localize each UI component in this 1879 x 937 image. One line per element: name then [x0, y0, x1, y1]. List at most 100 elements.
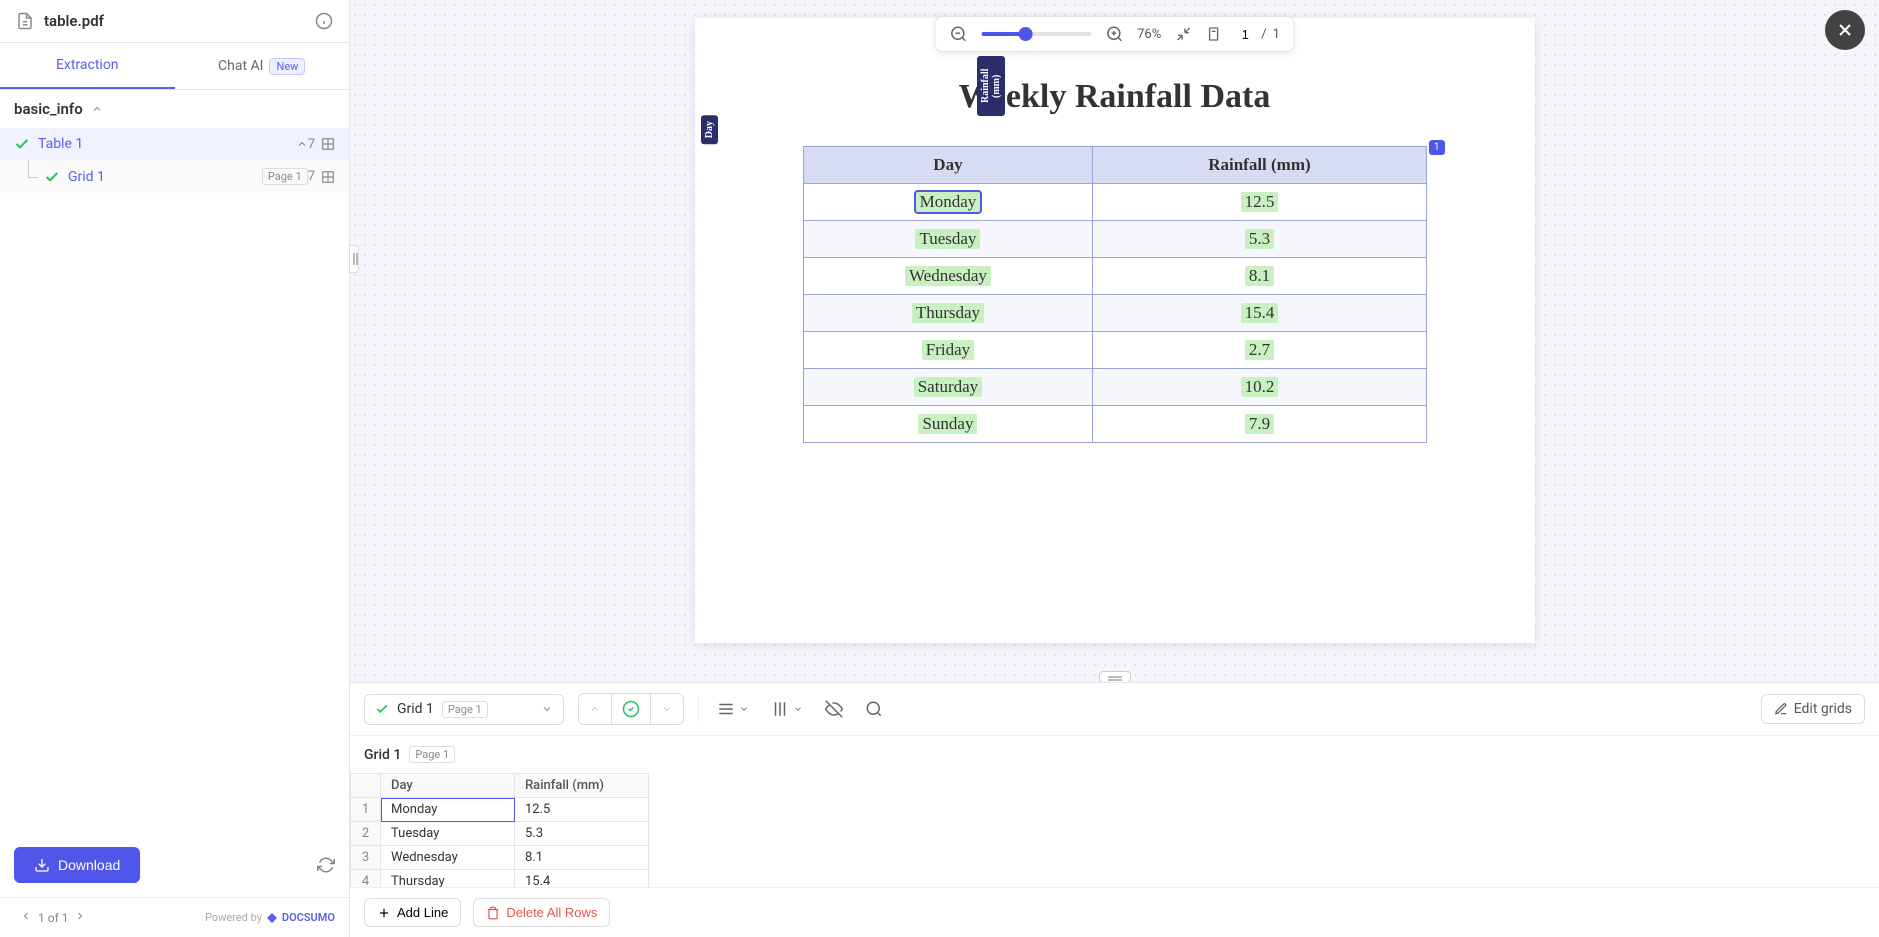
download-button[interactable]: Download — [14, 847, 140, 883]
visibility-toggle[interactable] — [821, 696, 847, 722]
pdf-cell[interactable]: Wednesday — [803, 258, 1093, 295]
pdf-cell[interactable]: 7.9 — [1093, 406, 1426, 443]
section-title-label: basic_info — [14, 100, 83, 118]
align-horizontal-button[interactable] — [713, 696, 753, 722]
table-row[interactable]: 4Thursday15.4 — [351, 870, 649, 888]
approve-check[interactable] — [612, 694, 651, 724]
th-day[interactable]: Day — [381, 774, 515, 798]
tree-item-grid-1[interactable]: Grid 1 Page 1 7 — [0, 160, 349, 193]
tab-chat-label: Chat AI — [218, 58, 263, 74]
chevron-up-icon — [91, 103, 103, 115]
table-row[interactable]: 2Tuesday5.3 — [351, 822, 649, 846]
align-vertical-button[interactable] — [767, 696, 807, 722]
check-icon — [14, 136, 30, 152]
tab-extraction-label: Extraction — [56, 57, 119, 73]
zoom-slider[interactable] — [981, 32, 1091, 36]
pencil-icon — [1774, 702, 1788, 716]
extracted-data-table: Day Rainfall (mm) 1Monday12.5 2Tuesday5.… — [350, 773, 649, 887]
tree-item-table-1[interactable]: Table 1 7 — [0, 128, 349, 160]
pdf-cell[interactable]: Monday — [803, 184, 1093, 221]
pdf-page: Weekly Rainfall Data Day Rainfall (mm) 1… — [695, 18, 1535, 643]
pdf-th-day[interactable]: Day — [803, 147, 1093, 184]
search-button[interactable] — [861, 696, 887, 722]
page-sep: / — [1261, 27, 1266, 42]
th-rainfall[interactable]: Rainfall (mm) — [515, 774, 649, 798]
document-icon — [16, 12, 34, 30]
grid-icon — [321, 137, 335, 151]
zoom-out-icon[interactable] — [949, 25, 967, 43]
table-row[interactable]: 3Wednesday8.1 — [351, 846, 649, 870]
edit-grids-label: Edit grids — [1794, 701, 1852, 717]
trash-icon — [486, 906, 500, 920]
column-tag-rainfall[interactable]: Rainfall (mm) — [977, 56, 1005, 116]
grid-icon — [321, 170, 335, 184]
tree-grid-label: Grid 1 — [68, 169, 256, 185]
tree-grid-count: 7 — [308, 169, 315, 184]
download-label: Download — [58, 857, 120, 873]
tree-table-count: 7 — [308, 137, 315, 152]
download-icon — [34, 857, 50, 873]
section-basic-info[interactable]: basic_info — [14, 100, 335, 118]
bottom-panel: Grid 1 Page 1 — [350, 682, 1879, 937]
edit-grids-button[interactable]: Edit grids — [1761, 694, 1865, 724]
pdf-cell[interactable]: Tuesday — [803, 221, 1093, 258]
add-line-label: Add Line — [397, 905, 448, 920]
zoom-in-icon[interactable] — [1105, 25, 1123, 43]
info-icon[interactable] — [315, 12, 333, 30]
pdf-th-rainfall[interactable]: Rainfall (mm) — [1093, 147, 1426, 184]
pdf-cell[interactable]: 15.4 — [1093, 295, 1426, 332]
main-area: 76% / 1 Weekly Rainfall Data Day Rainfal… — [350, 0, 1879, 937]
sidebar: table.pdf Extraction Chat AI New basic_i… — [0, 0, 350, 937]
pager-prev[interactable] — [14, 908, 38, 927]
delete-all-rows-button[interactable]: Delete All Rows — [473, 898, 610, 927]
pdf-cell[interactable]: Friday — [803, 332, 1093, 369]
page-total: 1 — [1273, 27, 1280, 42]
pdf-cell[interactable]: 5.3 — [1093, 221, 1426, 258]
approve-controls — [578, 693, 684, 725]
grid-selector-name: Grid 1 — [397, 701, 434, 717]
pdf-data-table[interactable]: Day Rainfall (mm) Monday12.5 Tuesday5.3 … — [803, 146, 1427, 443]
pdf-cell[interactable]: 10.2 — [1093, 369, 1426, 406]
tree-table-label: Table 1 — [38, 136, 290, 152]
grid-selector-page: Page 1 — [442, 701, 488, 718]
panel-split-handle[interactable] — [1099, 671, 1131, 682]
pdf-title: Weekly Rainfall Data Day Rainfall (mm) — [695, 78, 1535, 116]
th-rownum — [351, 774, 381, 798]
document-title: table.pdf — [44, 12, 315, 30]
fit-screen-icon[interactable] — [1175, 26, 1191, 42]
pdf-cell[interactable]: Thursday — [803, 295, 1093, 332]
tab-extraction[interactable]: Extraction — [0, 43, 175, 89]
table-row-badge: 1 — [1429, 140, 1445, 155]
pdf-cell[interactable]: Sunday — [803, 406, 1093, 443]
pager-next[interactable] — [68, 908, 92, 927]
new-badge: New — [269, 58, 305, 75]
approve-next[interactable] — [651, 694, 683, 724]
approve-prev[interactable] — [579, 694, 612, 724]
pdf-cell[interactable]: Saturday — [803, 369, 1093, 406]
zoom-slider-thumb[interactable] — [1018, 27, 1032, 41]
refresh-icon[interactable] — [317, 856, 335, 874]
close-button[interactable] — [1825, 10, 1865, 50]
chevron-down-icon — [541, 703, 553, 715]
chevron-up-icon — [296, 138, 308, 150]
pdf-cell[interactable]: 2.7 — [1093, 332, 1426, 369]
zoom-percent: 76% — [1137, 27, 1161, 42]
pdf-cell[interactable]: 12.5 — [1093, 184, 1426, 221]
tab-chat-ai[interactable]: Chat AI New — [175, 43, 350, 89]
grid-selector[interactable]: Grid 1 Page 1 — [364, 694, 564, 725]
tree-grid-page-badge: Page 1 — [262, 168, 308, 185]
page-current-input[interactable] — [1235, 27, 1255, 42]
plus-icon — [377, 906, 391, 920]
add-line-button[interactable]: Add Line — [364, 898, 461, 927]
sidebar-collapse-handle[interactable] — [349, 245, 359, 273]
page-fit-icon[interactable] — [1205, 26, 1221, 42]
grid-title: Grid 1 — [364, 747, 401, 763]
column-tag-day[interactable]: Day — [701, 115, 718, 144]
pdf-cell[interactable]: 8.1 — [1093, 258, 1426, 295]
powered-by: Powered by DOCSUMO — [205, 911, 335, 924]
pager-text: 1 of 1 — [38, 911, 68, 925]
document-viewer[interactable]: 76% / 1 Weekly Rainfall Data Day Rainfal… — [350, 0, 1879, 682]
check-icon — [375, 702, 389, 716]
table-row[interactable]: 1Monday12.5 — [351, 798, 649, 822]
delete-all-label: Delete All Rows — [506, 905, 597, 920]
